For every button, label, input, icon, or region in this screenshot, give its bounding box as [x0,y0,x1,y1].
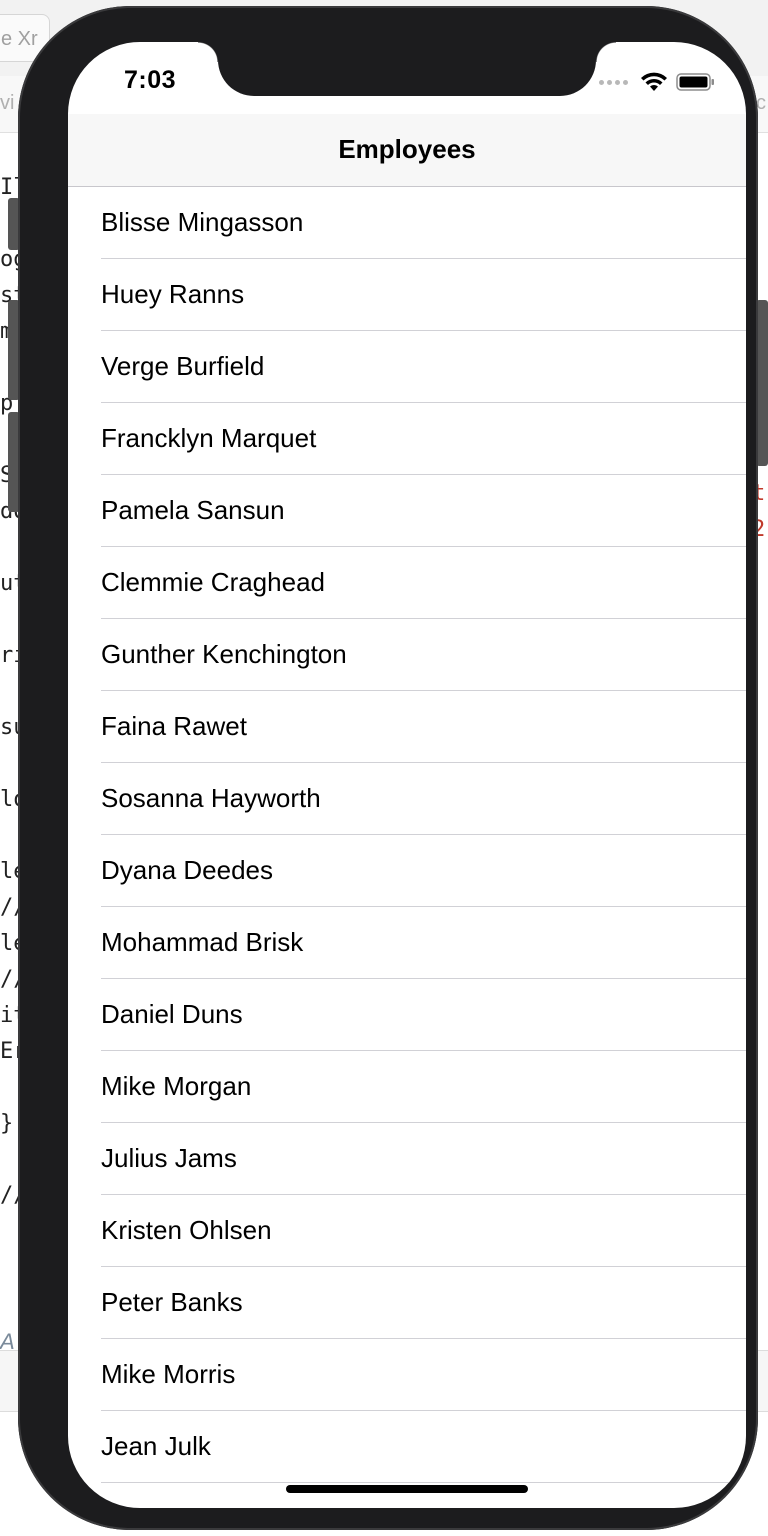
employee-name: Mohammad Brisk [101,927,304,957]
employee-name: Francklyn Marquet [101,423,317,453]
list-item[interactable]: Blisse Mingasson [68,187,746,259]
list-item[interactable]: Mike Morgan [68,1051,746,1123]
employee-name: Clemmie Craghead [101,567,325,597]
employee-name: Verge Burfield [101,351,265,381]
list-item[interactable]: Kristen Ohlsen [68,1195,746,1267]
debug-bar-label: A [0,1329,15,1354]
employee-name: Julius Jams [101,1143,237,1173]
device-screen: 7:03 Employees Blisse Mingasson Huey Rann… [68,42,746,1508]
list-item[interactable]: Pamela Sansun [68,475,746,547]
list-item[interactable]: Julius Jams [68,1123,746,1195]
employee-name: Mike Morris [101,1359,236,1389]
list-item[interactable]: Mohammad Brisk [68,907,746,979]
list-item[interactable]: Clemmie Craghead [68,547,746,619]
status-bar-time: 7:03 [124,66,177,94]
list-item[interactable]: Huey Ranns [68,259,746,331]
employee-name: Gunther Kenchington [101,639,347,669]
device-notch [198,42,616,96]
iphone-simulator-frame: 7:03 Employees Blisse Mingasson Huey Rann… [18,6,758,1530]
battery-icon [676,73,714,91]
employee-name: Dyana Deedes [101,855,273,885]
employee-name: Pamela Sansun [101,495,285,525]
wifi-icon [641,72,667,91]
list-item[interactable]: Gunther Kenchington [68,619,746,691]
list-item[interactable]: Sosanna Hayworth [68,763,746,835]
employee-name: Faina Rawet [101,711,247,741]
list-item[interactable]: Verge Burfield [68,331,746,403]
home-indicator[interactable] [286,1485,528,1493]
row-separator [101,1482,746,1483]
list-item[interactable]: Dyana Deedes [68,835,746,907]
path-bar-left-text: vi [0,92,15,114]
cellular-signal-icon [599,79,628,85]
status-bar-indicators [599,72,716,92]
nav-title: Employees [338,134,476,164]
employee-name: Sosanna Hayworth [101,783,321,813]
employee-name: Jean Julk [101,1431,211,1461]
employee-name: Daniel Duns [101,999,243,1029]
list-item[interactable]: Daniel Duns [68,979,746,1051]
employee-name: Blisse Mingasson [101,207,304,237]
list-item[interactable]: Faina Rawet [68,691,746,763]
list-item[interactable]: Peter Banks [68,1267,746,1339]
list-item[interactable]: Mike Morris [68,1339,746,1411]
navigation-bar: Employees [68,114,746,187]
list-item[interactable]: Francklyn Marquet [68,403,746,475]
employee-name: Huey Ranns [101,279,245,309]
employee-name: Peter Banks [101,1287,243,1317]
employee-name: Mike Morgan [101,1071,252,1101]
employee-list[interactable]: Blisse Mingasson Huey Ranns Verge Burfield… [68,187,746,1483]
employee-name: Kristen Ohlsen [101,1215,272,1245]
list-item[interactable]: Jean Julk [68,1411,746,1483]
